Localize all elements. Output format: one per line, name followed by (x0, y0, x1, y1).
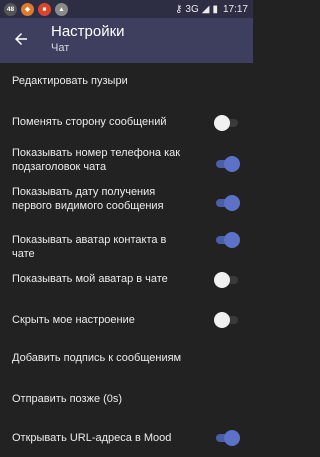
setting-my-avatar[interactable]: Показывать мой аватар в чате (0, 259, 253, 298)
setting-label: Редактировать пузыри (12, 75, 128, 87)
toggle-my-avatar[interactable] (214, 272, 240, 288)
battery-icon: ▮ (212, 3, 218, 15)
setting-label: Добавить подпись к сообщениям (12, 352, 182, 364)
toggle-contact-avatar[interactable] (214, 232, 240, 248)
page-title: Настройки (51, 23, 125, 40)
page-subtitle: Чат (51, 42, 70, 54)
setting-edit-bubbles[interactable]: Редактировать пузыри (0, 63, 253, 100)
app-bar: Настройки Чат (0, 18, 253, 63)
app-notification-icon-3: ▲ (55, 2, 68, 16)
toggle-hide-mood[interactable] (214, 312, 240, 328)
status-bar: 48 ◆ ■ ▲ ⚷ 3G ◢ ▮ 17:17 (0, 0, 253, 18)
toggle-phone-subtitle[interactable] (214, 156, 240, 172)
setting-label: Скрыть мое настроение (12, 314, 135, 326)
setting-contact-avatar[interactable]: Показывать аватар контакта в чате (0, 220, 253, 260)
toggle-swap-message-side[interactable] (214, 115, 240, 131)
key-icon: ⚷ (175, 3, 183, 15)
setting-add-signature[interactable]: Добавить подпись к сообщениям (0, 337, 253, 378)
setting-label: Поменять сторону сообщений (12, 116, 167, 128)
notification-badge: 48 (4, 2, 17, 16)
toggle-open-urls[interactable] (214, 430, 240, 446)
setting-label: Показывать дату получения первого видимо… (12, 186, 164, 212)
app-notification-icon: ◆ (21, 2, 34, 16)
setting-label: Показывать аватар контакта в чате (12, 234, 167, 260)
setting-send-later[interactable]: Отправить позже (0s) (0, 378, 253, 417)
setting-label: Открывать URL-адреса в Mood (12, 432, 172, 444)
clock: 17:17 (222, 3, 248, 15)
setting-phone-subtitle[interactable]: Показывать номер телефона как подзаголов… (0, 142, 253, 181)
setting-label: Показывать номер телефона как подзаголов… (12, 147, 181, 173)
signal-icon: ◢ (201, 3, 210, 15)
setting-label: Отправить позже (0s) (12, 393, 123, 405)
setting-first-message-date[interactable]: Показывать дату получения первого видимо… (0, 181, 253, 220)
settings-list: Редактировать пузыри Поменять сторону со… (0, 63, 253, 457)
setting-swap-message-side[interactable]: Поменять сторону сообщений (0, 100, 253, 142)
setting-hide-mood[interactable]: Скрыть мое настроение (0, 298, 253, 337)
setting-open-urls[interactable]: Открывать URL-адреса в Mood (0, 417, 253, 457)
toggle-first-message-date[interactable] (214, 195, 240, 211)
setting-label: Показывать мой аватар в чате (12, 273, 168, 285)
network-label: 3G (185, 3, 199, 15)
app-notification-icon-2: ■ (38, 2, 51, 16)
back-arrow-icon[interactable] (12, 30, 30, 48)
